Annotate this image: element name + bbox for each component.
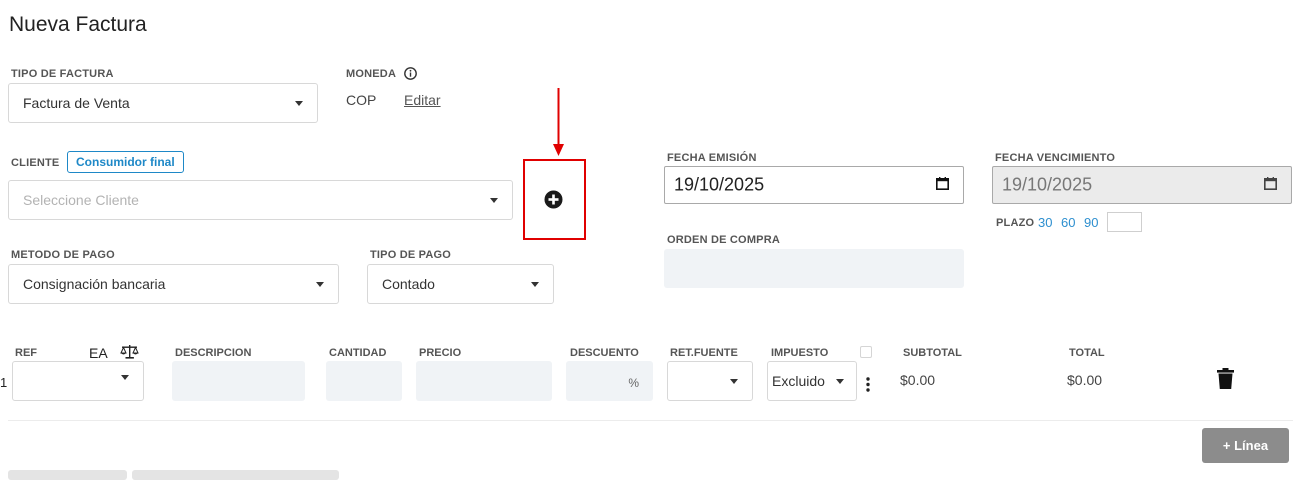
issue-date-label: FECHA EMISIÓN — [667, 152, 757, 164]
col-subtotal-header: SUBTOTAL — [903, 347, 962, 359]
add-client-button[interactable] — [544, 190, 563, 209]
col-total-header: TOTAL — [1069, 347, 1105, 359]
col-description-header: DESCRIPCION — [175, 347, 252, 359]
withholding-select[interactable] — [667, 361, 753, 401]
payment-method-label: METODO DE PAGO — [11, 249, 115, 261]
page-title: Nueva Factura — [9, 13, 147, 36]
col-price-header: PRECIO — [419, 347, 462, 359]
issue-date-value: 19/10/2025 — [674, 174, 765, 195]
col-discount-header: DESCUENTO — [570, 347, 639, 359]
purchase-order-label: ORDEN DE COMPRA — [667, 234, 781, 246]
col-withholding-header: RET.FUENTE — [670, 347, 738, 359]
divider — [8, 420, 1293, 421]
quantity-input[interactable] — [326, 361, 402, 401]
invoice-type-select[interactable]: Factura de Venta — [8, 83, 318, 123]
issue-date-input[interactable]: 19/10/2025 — [664, 166, 964, 204]
col-ref-header: REF — [15, 347, 37, 359]
ref-select[interactable] — [12, 361, 144, 401]
tax-all-checkbox[interactable] — [860, 346, 872, 358]
chevron-down-icon — [836, 379, 844, 384]
invoice-type-label: TIPO DE FACTURA — [11, 68, 114, 80]
term-label: PLAZO — [996, 217, 1035, 229]
add-line-button[interactable]: + Línea — [1202, 428, 1289, 463]
currency-label: MONEDA — [346, 68, 397, 80]
calendar-icon — [1264, 177, 1277, 190]
final-consumer-button[interactable]: Consumidor final — [67, 151, 184, 173]
chevron-down-icon — [531, 282, 539, 287]
trash-icon — [1217, 368, 1234, 389]
delete-row-button[interactable] — [1217, 368, 1234, 389]
tax-select[interactable]: Excluido — [767, 361, 857, 401]
row-number: 1 — [0, 375, 8, 390]
client-select[interactable]: Seleccione Cliente — [8, 180, 513, 220]
term-days-input[interactable] — [1107, 212, 1142, 232]
discount-input[interactable]: % — [566, 361, 653, 401]
col-tax-header: IMPUESTO — [771, 347, 829, 359]
row-subtotal: $0.00 — [900, 372, 936, 388]
scale-icon[interactable] — [120, 344, 139, 359]
chevron-down-icon — [730, 379, 738, 384]
client-label: CLIENTE — [11, 157, 60, 169]
row-total: $0.00 — [1067, 372, 1103, 388]
percent-suffix: % — [628, 376, 639, 390]
calendar-icon[interactable] — [936, 177, 949, 190]
tax-value: Excluido — [772, 373, 825, 389]
purchase-order-input[interactable] — [664, 249, 964, 288]
client-placeholder: Seleccione Cliente — [23, 192, 139, 208]
more-options-icon[interactable] — [866, 377, 870, 392]
price-input[interactable] — [416, 361, 552, 401]
info-icon[interactable] — [404, 67, 417, 80]
currency-value: COP — [346, 92, 377, 108]
due-date-label: FECHA VENCIMIENTO — [995, 152, 1116, 164]
payment-type-select[interactable]: Contado — [367, 264, 554, 304]
due-date-input: 19/10/2025 — [992, 166, 1292, 204]
invoice-type-value: Factura de Venta — [23, 95, 130, 111]
description-input[interactable] — [172, 361, 305, 401]
edit-currency-link[interactable]: Editar — [404, 92, 441, 108]
bottom-button-2[interactable] — [132, 470, 339, 480]
plus-circle-icon — [544, 190, 563, 209]
payment-type-value: Contado — [382, 276, 435, 292]
col-quantity-header: CANTIDAD — [329, 347, 387, 359]
chevron-down-icon — [490, 198, 498, 203]
term-30-link[interactable]: 30 — [1038, 215, 1052, 230]
chevron-down-icon — [316, 282, 324, 287]
payment-method-value: Consignación bancaria — [23, 276, 166, 292]
term-90-link[interactable]: 90 — [1084, 215, 1098, 230]
chevron-down-icon — [121, 375, 129, 380]
term-60-link[interactable]: 60 — [1061, 215, 1075, 230]
annotation-arrow — [551, 88, 566, 157]
chevron-down-icon — [295, 101, 303, 106]
bottom-button-1[interactable] — [8, 470, 127, 480]
payment-type-label: TIPO DE PAGO — [370, 249, 452, 261]
payment-method-select[interactable]: Consignación bancaria — [8, 264, 339, 304]
due-date-value: 19/10/2025 — [1002, 174, 1093, 195]
unit-label: EA — [89, 345, 108, 361]
